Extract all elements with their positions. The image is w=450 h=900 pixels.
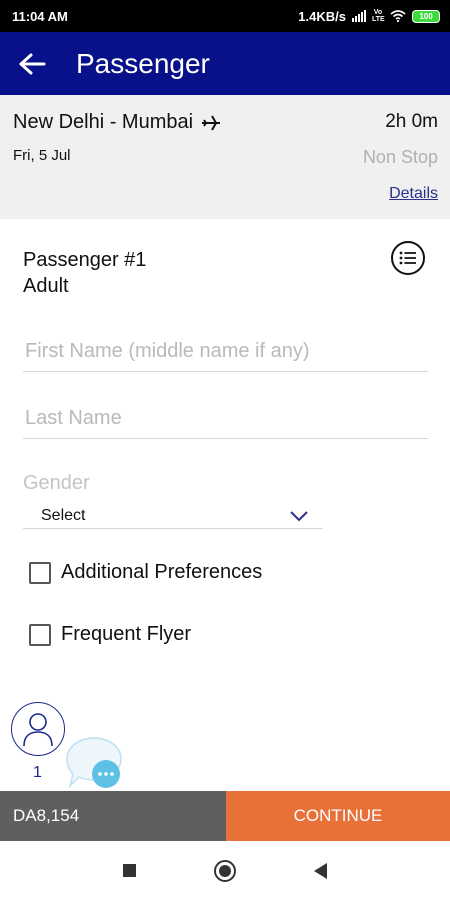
details-link[interactable]: Details [389,185,438,203]
last-name-field [23,398,428,439]
last-name-input[interactable] [23,398,428,438]
additional-preferences-label: Additional Preferences [61,561,263,583]
back-triangle-icon[interactable] [314,862,327,879]
app-bar: Passenger [0,32,450,95]
recents-square-icon[interactable] [123,864,136,877]
page-title: Passenger [76,47,210,79]
frequent-flyer-option[interactable]: Frequent Flyer [29,623,191,646]
chat-bubble-icon[interactable] [66,736,128,790]
user-icon [23,713,53,747]
battery-icon: 100 [412,9,440,23]
gender-select[interactable]: Select [23,503,323,529]
frequent-flyer-label: Frequent Flyer [61,623,192,645]
flight-stops: Non Stop [362,147,438,167]
chevron-down-icon [290,510,308,521]
airplane-icon [202,115,221,130]
system-nav-bar [0,841,450,900]
passenger-title: Passenger #1 [23,249,147,271]
flight-route: New Delhi - Mumbai [13,111,221,134]
passenger-type: Adult [23,275,69,297]
network-speed: 1.4KB/s [298,8,346,24]
status-bar: 11:04 AM 1.4KB/s Vo LTE 100 [0,0,450,32]
home-circle-icon[interactable] [214,859,236,882]
flight-duration: 2h 0m [385,111,438,132]
bottom-action-bar: DA8,154 CONTINUE [0,791,450,841]
saved-passengers-button[interactable] [391,241,425,275]
signal-icon [352,10,366,22]
wifi-icon [390,10,406,22]
passenger-count: 1 [33,764,42,781]
route-label: New Delhi - Mumbai [13,111,194,133]
flight-date: Fri, 5 Jul [13,147,71,164]
status-icons: 1.4KB/s Vo LTE 100 [298,9,440,24]
first-name-field [23,331,428,372]
first-name-input[interactable] [23,331,428,371]
back-button[interactable] [0,32,64,95]
list-icon [399,251,416,265]
arrow-left-icon [19,53,46,74]
volte-label: Vo LTE [372,9,385,23]
flight-summary: New Delhi - Mumbai 2h 0m Fri, 5 Jul Non … [0,95,450,219]
total-price: DA8,154 [0,791,226,841]
status-time: 11:04 AM [12,8,68,24]
additional-preferences-option[interactable]: Additional Preferences [29,561,262,584]
gender-selected-value: Select [41,506,86,524]
continue-button[interactable]: CONTINUE [226,791,450,841]
additional-preferences-checkbox[interactable] [29,561,51,584]
passenger-header: Passenger #1 Adult [23,247,146,299]
frequent-flyer-checkbox[interactable] [29,623,51,646]
passenger-avatar-button[interactable] [11,702,65,756]
gender-label: Gender [23,472,90,494]
